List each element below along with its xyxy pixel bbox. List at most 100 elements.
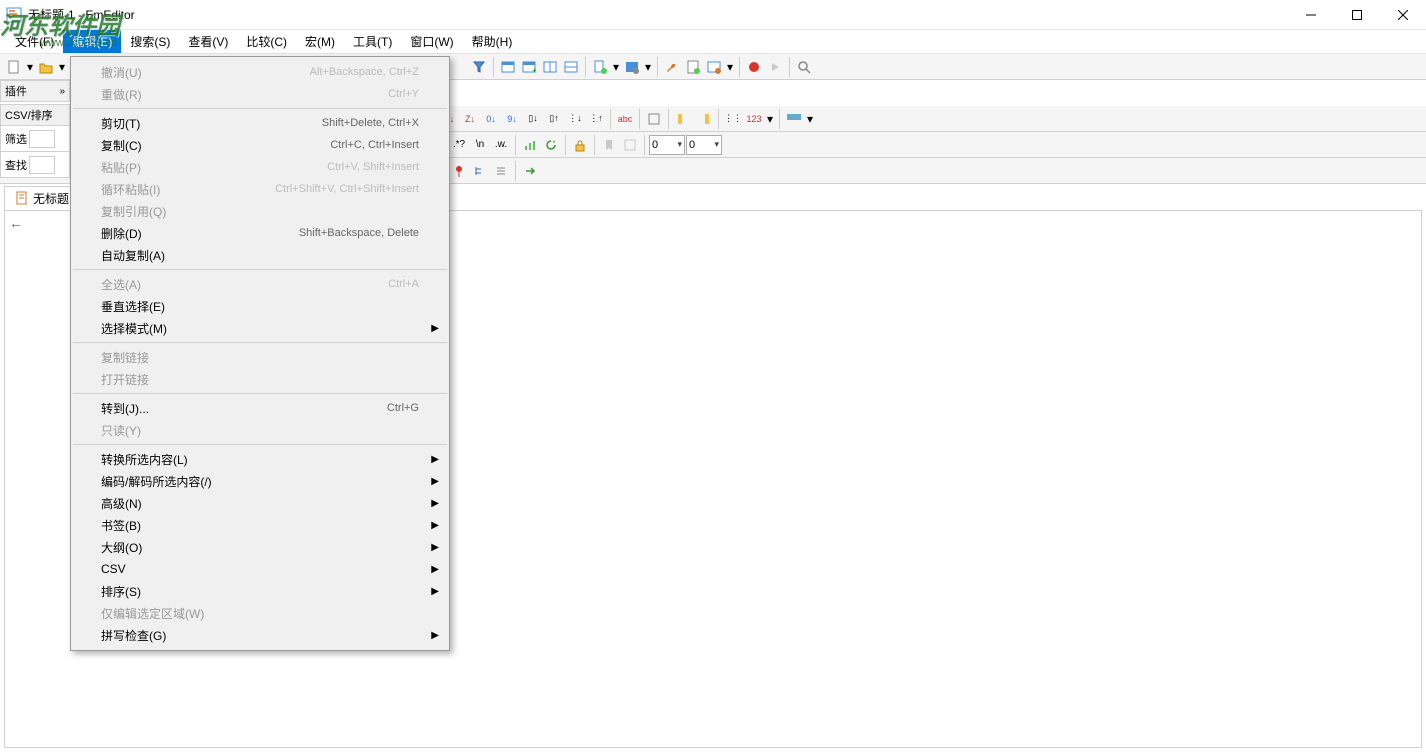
maximize-button[interactable] [1334,0,1380,30]
menu-item-label: 打开链接 [101,371,419,388]
separator [515,135,516,155]
combo-1[interactable]: 0▾ [649,135,685,155]
filter-input[interactable] [29,130,55,148]
extract-icon[interactable] [620,135,640,155]
window-icon[interactable] [498,57,518,77]
tools-icon[interactable] [704,57,724,77]
menu-item-label: 剪切(T) [101,115,322,132]
refresh-icon[interactable] [541,135,561,155]
menu-item-label: 撤消(U) [101,64,310,81]
menu-tools[interactable]: 工具(T) [344,30,401,53]
sort-90-icon[interactable]: 9↓ [502,109,522,129]
separator [668,109,669,129]
menu-item[interactable]: 转换所选内容(L)▶ [71,448,449,470]
word-icon[interactable]: .w. [491,135,511,155]
tree-icon[interactable] [470,161,490,181]
doc-compare-icon[interactable] [590,57,610,77]
separator [493,57,494,77]
minimize-button[interactable] [1288,0,1334,30]
document-tab[interactable]: 无标题 [4,186,80,211]
dropdown-arrow-icon[interactable]: ▾ [643,57,653,77]
sort-za-icon[interactable]: Z↓ [460,109,480,129]
menu-item[interactable]: 编码/解码所选内容(/)▶ [71,470,449,492]
pin-icon[interactable] [449,161,469,181]
menu-file[interactable]: 文件(F) [6,30,63,53]
menu-item[interactable]: 删除(D)Shift+Backspace, Delete [71,222,449,244]
sort-asc-icon[interactable]: ▯↓ [523,109,543,129]
menu-item[interactable]: CSV▶ [71,558,449,580]
menu-compare[interactable]: 比较(C) [237,30,296,53]
lock-icon[interactable] [570,135,590,155]
wrench-icon[interactable] [662,57,682,77]
col-left-icon[interactable] [673,109,693,129]
split-v-icon[interactable] [561,57,581,77]
window-plus-icon[interactable]: + [519,57,539,77]
menu-item[interactable]: 剪切(T)Shift+Delete, Ctrl+X [71,112,449,134]
menu-item[interactable]: 书签(B)▶ [71,514,449,536]
menu-view[interactable]: 查看(V) [179,30,237,53]
menu-window[interactable]: 窗口(W) [401,30,462,53]
list-icon[interactable] [491,161,511,181]
separator [739,57,740,77]
col-right-icon[interactable] [694,109,714,129]
play-icon[interactable] [765,57,785,77]
separator [585,57,586,77]
menu-item: 重做(R)Ctrl+Y [71,83,449,105]
num-icon[interactable]: 123 [744,109,764,129]
submenu-arrow-icon: ▶ [431,586,439,597]
sort-desc-icon[interactable]: ▯↑ [544,109,564,129]
row-num-icon[interactable]: ⋮⋮ [723,109,743,129]
menu-item[interactable]: 选择模式(M)▶ [71,317,449,339]
separator [639,109,640,129]
menu-item[interactable]: 垂直选择(E) [71,295,449,317]
sort-len-asc-icon[interactable]: ⋮↓ [565,109,585,129]
close-button[interactable] [1380,0,1426,30]
bookmark-icon[interactable] [599,135,619,155]
csv-header[interactable]: CSV/排序 [0,104,70,126]
split-h-icon[interactable] [540,57,560,77]
newline-icon[interactable]: \n [470,135,490,155]
menu-macro[interactable]: 宏(M) [296,30,344,53]
search-icon[interactable] [794,57,814,77]
properties-icon[interactable] [683,57,703,77]
chart-icon[interactable] [520,135,540,155]
window-gear-icon[interactable] [622,57,642,77]
sort-len-desc-icon[interactable]: ⋮↑ [586,109,606,129]
arrow-right-icon[interactable] [520,161,540,181]
dropdown-arrow-icon[interactable]: ▾ [57,57,67,77]
document-icon [15,191,29,205]
menu-shortcut: Ctrl+C, Ctrl+Insert [330,139,419,151]
separator [789,57,790,77]
sort-09-icon[interactable]: 0↓ [481,109,501,129]
grid-icon[interactable] [644,109,664,129]
plugins-header[interactable]: 插件» [0,80,70,102]
menu-help[interactable]: 帮助(H) [463,30,522,53]
filter-icon[interactable] [469,57,489,77]
separator [515,161,516,181]
menu-item[interactable]: 高级(N)▶ [71,492,449,514]
dropdown-arrow-icon[interactable]: ▾ [805,109,815,129]
record-icon[interactable] [744,57,764,77]
menu-shortcut: Ctrl+A [388,278,419,290]
open-file-icon[interactable] [36,57,56,77]
menu-shortcut: Ctrl+Y [388,88,419,100]
menu-item[interactable]: 转到(J)...Ctrl+G [71,397,449,419]
color-icon[interactable] [784,109,804,129]
menu-edit[interactable]: 编辑(E) [63,30,121,53]
combo-2[interactable]: 0▾ [686,135,722,155]
dropdown-arrow-icon[interactable]: ▾ [765,109,775,129]
menu-item[interactable]: 大纲(O)▶ [71,536,449,558]
menu-search[interactable]: 搜索(S) [121,30,179,53]
new-file-icon[interactable] [4,57,24,77]
spellcheck-icon[interactable]: abc [615,109,635,129]
find-input[interactable] [29,156,55,174]
menu-item[interactable]: 拼写检查(G)▶ [71,624,449,646]
dropdown-arrow-icon[interactable]: ▾ [725,57,735,77]
menu-item[interactable]: 复制(C)Ctrl+C, Ctrl+Insert [71,134,449,156]
regex-icon[interactable]: .*? [449,135,469,155]
dropdown-arrow-icon[interactable]: ▾ [25,57,35,77]
menu-item[interactable]: 自动复制(A) [71,244,449,266]
svg-text:+: + [532,66,536,74]
dropdown-arrow-icon[interactable]: ▾ [611,57,621,77]
menu-item[interactable]: 排序(S)▶ [71,580,449,602]
